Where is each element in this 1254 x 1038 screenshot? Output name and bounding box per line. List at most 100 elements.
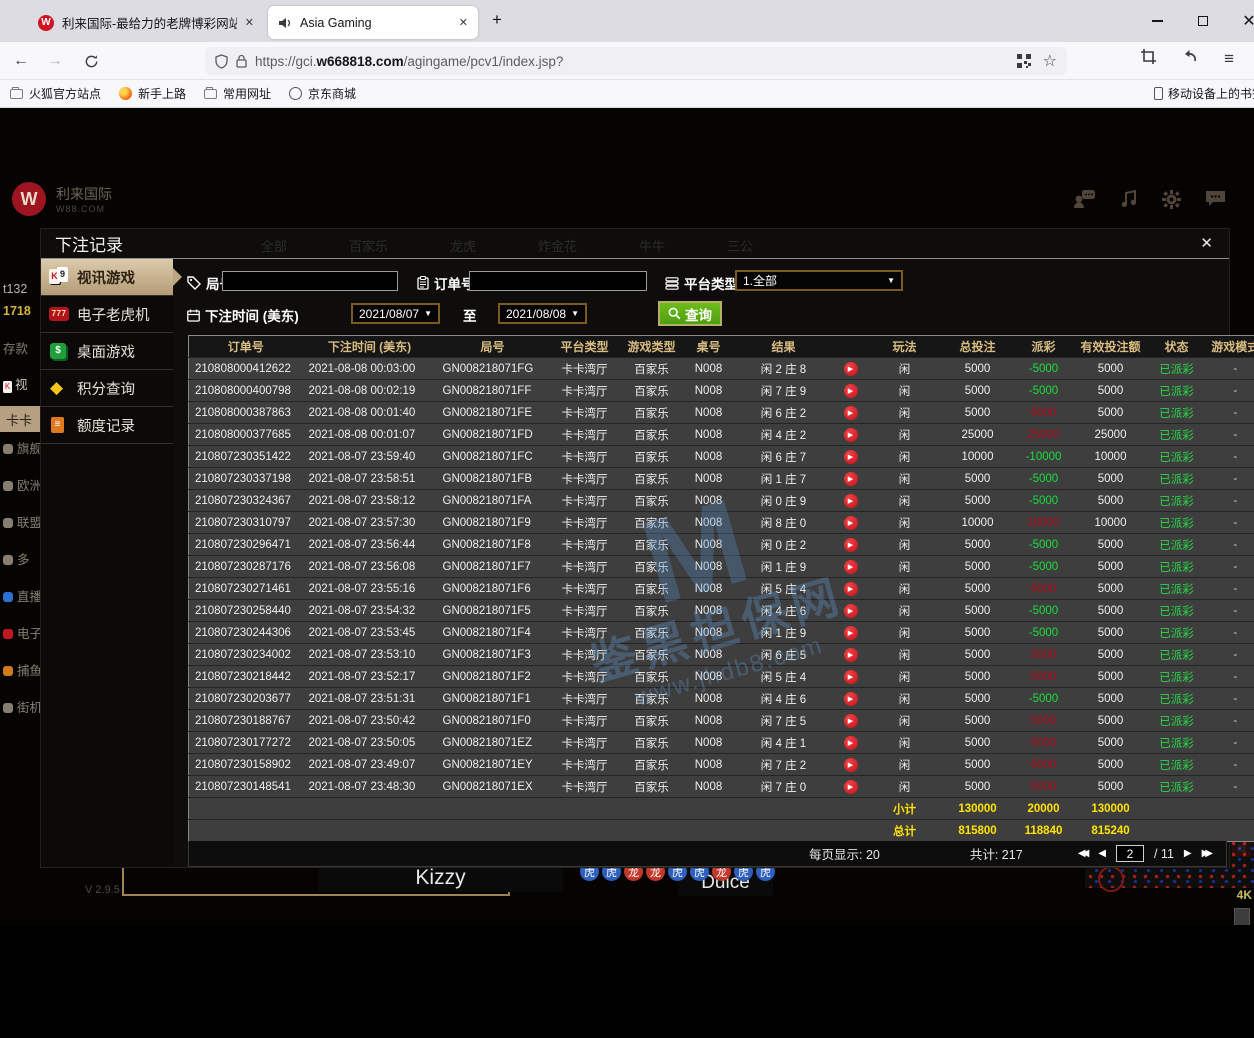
bookmark-item[interactable]: 火狐官方站点 [10,85,101,102]
cell-replay[interactable]: ▶ [833,578,869,600]
cell-replay[interactable]: ▶ [833,512,869,534]
bookmark-item[interactable]: 常用网址 [204,85,271,102]
replay-play-icon[interactable]: ▶ [844,516,858,530]
cell-total-bet: 10000 [941,446,1015,468]
left-nav-item[interactable]: 旗舰 [3,438,42,457]
replay-play-icon[interactable]: ▶ [844,362,858,376]
replay-play-icon[interactable]: ▶ [844,670,858,684]
cell-replay[interactable]: ▶ [833,622,869,644]
date-to-select[interactable]: 2021/08/08▼ [498,303,587,324]
cell-replay[interactable]: ▶ [833,468,869,490]
browser-tab-2-active[interactable]: Asia Gaming ✕ [268,6,478,39]
cell-replay[interactable]: ▶ [833,556,869,578]
next-page-button[interactable]: ▶ [1184,848,1192,859]
back-button[interactable]: ← [8,48,34,74]
cell-game-mode: - [1205,600,1254,622]
prev-page-button[interactable]: ◀ [1098,848,1106,859]
replay-play-icon[interactable]: ▶ [844,406,858,420]
query-button[interactable]: 查询 [658,301,722,326]
window-maximize-button[interactable] [1180,0,1226,42]
cell-total-bet: 5000 [941,402,1015,424]
date-from-select[interactable]: 2021/08/07▼ [351,303,440,324]
replay-play-icon[interactable]: ▶ [844,384,858,398]
window-minimize-button[interactable] [1134,0,1180,42]
cell-replay[interactable]: ▶ [833,776,869,798]
bookmark-item[interactable]: 新手上路 [119,85,186,102]
video-nav-item[interactable]: K视 [3,374,28,393]
cell-replay[interactable]: ▶ [833,710,869,732]
nav-item-active[interactable]: 卡卡 [0,406,40,432]
lock-icon[interactable] [236,54,247,68]
restore-arrow-icon[interactable] [1182,49,1198,69]
shield-icon[interactable] [215,54,228,69]
replay-play-icon[interactable]: ▶ [844,450,858,464]
replay-play-icon[interactable]: ▶ [844,736,858,750]
cell-replay[interactable]: ▶ [833,688,869,710]
dialog-close-button[interactable]: ✕ [1200,234,1213,252]
round-number-input[interactable] [222,271,398,291]
replay-play-icon[interactable]: ▶ [844,626,858,640]
cell-replay[interactable]: ▶ [833,754,869,776]
first-page-button[interactable]: ◀◀ [1078,848,1085,859]
sidebar-item-5[interactable]: 额度记录 [41,407,173,444]
replay-play-icon[interactable]: ▶ [844,604,858,618]
replay-play-icon[interactable]: ▶ [844,428,858,442]
settings-gear-icon[interactable] [1162,190,1181,209]
replay-play-icon[interactable]: ▶ [844,494,858,508]
left-nav-item[interactable]: 直播 [3,586,42,605]
browser-tab-1[interactable]: W 利来国际-最给力的老牌博彩网站 ✕ [28,6,264,39]
music-icon[interactable] [1120,190,1138,209]
left-nav-item[interactable]: 联盟 [3,512,42,531]
replay-play-icon[interactable]: ▶ [844,648,858,662]
cell-replay[interactable]: ▶ [833,666,869,688]
customer-service-icon[interactable] [1074,190,1096,209]
replay-play-icon[interactable]: ▶ [844,780,858,794]
replay-play-icon[interactable]: ▶ [844,714,858,728]
cell-replay[interactable]: ▶ [833,424,869,446]
left-nav-item[interactable]: 街机 [3,697,42,716]
chat-bubble-icon[interactable] [1205,190,1226,209]
window-close-button[interactable]: ✕ [1226,0,1254,42]
new-tab-button[interactable]: + [492,10,502,30]
menu-hamburger-icon[interactable]: ≡ [1224,49,1234,69]
replay-play-icon[interactable]: ▶ [844,538,858,552]
platform-type-select[interactable]: 1.全部▼ [735,270,903,291]
cell-replay[interactable]: ▶ [833,600,869,622]
screenshot-crop-icon[interactable] [1141,49,1156,69]
mobile-bookmarks[interactable]: 移动设备上的书签 [1154,85,1254,102]
replay-play-icon[interactable]: ▶ [844,692,858,706]
order-number-input[interactable] [469,271,647,291]
cell-replay[interactable]: ▶ [833,402,869,424]
reload-button[interactable] [78,48,104,74]
url-bar[interactable]: https://gci.w668818.com/agingame/pcv1/in… [205,47,1067,75]
sidebar-item-3[interactable]: 桌面游戏 [41,333,173,370]
sidebar-item-1[interactable]: 视讯游戏 [41,259,173,296]
cell-replay[interactable]: ▶ [833,380,869,402]
replay-play-icon[interactable]: ▶ [844,472,858,486]
sidebar-item-2[interactable]: 电子老虎机 [41,296,173,333]
bookmark-star-icon[interactable]: ☆ [1043,51,1057,71]
left-nav-item[interactable]: 捕鱼 [3,660,42,679]
replay-play-icon[interactable]: ▶ [844,560,858,574]
cell-replay[interactable]: ▶ [833,446,869,468]
left-nav-item[interactable]: 欧洲 [3,475,42,494]
qr-scan-icon[interactable] [1017,54,1031,68]
forward-button[interactable]: → [42,48,68,74]
replay-play-icon[interactable]: ▶ [844,758,858,772]
url-text[interactable]: https://gci.w668818.com/agingame/pcv1/in… [255,54,1009,69]
last-page-button[interactable]: ▶▶ [1202,848,1209,859]
cell-replay[interactable]: ▶ [833,644,869,666]
cell-replay[interactable]: ▶ [833,732,869,754]
page-number-input[interactable]: 2 [1116,845,1144,862]
left-nav-item[interactable]: 多 [3,549,30,568]
deposit-link[interactable]: 存款 [3,338,28,357]
cell-replay[interactable]: ▶ [833,358,869,380]
tab-close-icon[interactable]: ✕ [245,16,254,29]
bookmark-item[interactable]: 京东商城 [289,85,356,102]
cell-replay[interactable]: ▶ [833,490,869,512]
left-nav-item[interactable]: 电子 [3,623,42,642]
sidebar-item-4[interactable]: 积分查询 [41,370,173,407]
cell-replay[interactable]: ▶ [833,534,869,556]
tab-close-icon[interactable]: ✕ [459,16,468,29]
replay-play-icon[interactable]: ▶ [844,582,858,596]
